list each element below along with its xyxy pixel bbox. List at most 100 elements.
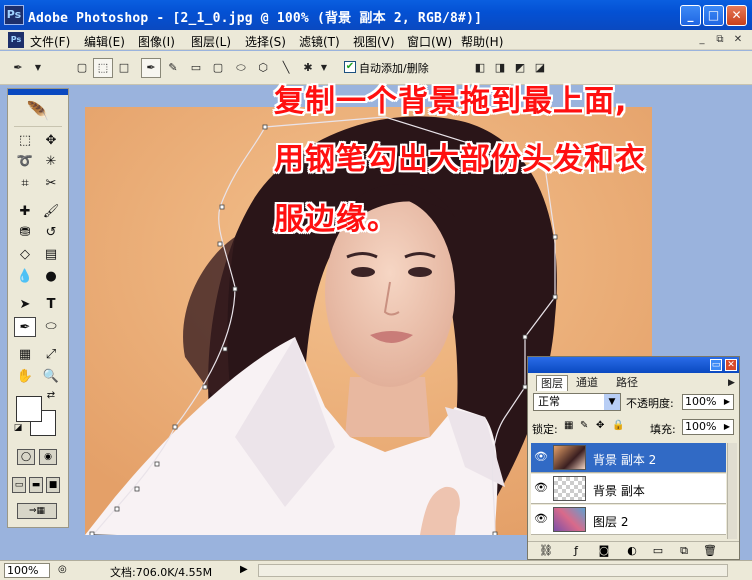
standard-mode-icon[interactable]: ◯ (17, 449, 35, 465)
doc-restore-button[interactable]: ⧉ (712, 32, 728, 47)
magic-wand-tool-icon[interactable]: ✳ (40, 152, 62, 172)
lasso-tool-icon[interactable]: ➰ (14, 152, 36, 172)
menu-filter[interactable]: 滤镜(T) (299, 33, 340, 50)
path-intersect-icon[interactable]: ◩ (510, 58, 530, 78)
eyedropper-tool-icon[interactable]: ⤢ (40, 345, 62, 365)
eraser-tool-icon[interactable]: ◇ (14, 245, 36, 265)
marquee-tool-icon[interactable]: ⬚ (14, 131, 36, 151)
zoom-tool-icon[interactable]: 🔍 (40, 367, 62, 387)
hand-tool-icon[interactable]: ✋ (14, 367, 36, 387)
rectangle-shape-icon[interactable]: ▭ (186, 58, 206, 78)
layer-style-icon[interactable]: ƒ (568, 544, 584, 558)
tool-preset-picker[interactable]: ✒ (8, 58, 28, 78)
lock-position-icon[interactable]: ✥ (596, 420, 604, 431)
type-tool-icon[interactable]: T (40, 295, 62, 315)
line-shape-icon[interactable]: ╲ (276, 58, 296, 78)
path-add-icon[interactable]: ◧ (470, 58, 490, 78)
lock-transparent-icon[interactable]: ▦ (564, 420, 573, 431)
swap-colors-icon[interactable]: ⇄ (44, 389, 58, 403)
quick-mask-mode-icon[interactable]: ◉ (39, 449, 57, 465)
auto-add-delete-checkbox[interactable]: ✔ (344, 61, 356, 73)
doc-minimize-button[interactable]: _ (694, 32, 710, 47)
fill-field[interactable]: 100% ▶ (682, 419, 734, 435)
layers-panel-titlebar[interactable]: ▭ ✕ (528, 357, 739, 373)
menu-window[interactable]: 窗口(W) (407, 33, 452, 50)
menu-image[interactable]: 图像(I) (138, 33, 175, 50)
ellipse-tool-icon[interactable]: ⬭ (40, 317, 62, 337)
menu-edit[interactable]: 编辑(E) (84, 33, 125, 50)
freeform-pen-icon[interactable]: ✎ (163, 58, 183, 78)
horizontal-scrollbar[interactable] (258, 564, 728, 577)
dodge-tool-icon[interactable]: ● (40, 267, 62, 287)
zoom-field[interactable]: 100% (4, 563, 50, 578)
pen-tool-icon[interactable]: ✒ (14, 317, 36, 337)
history-brush-tool-icon[interactable]: ↺ (40, 223, 62, 243)
layer-row[interactable]: 👁 背景 副本 (531, 474, 726, 504)
menu-select[interactable]: 选择(S) (245, 33, 286, 50)
panel-menu-icon[interactable]: ▶ (724, 375, 739, 391)
custom-shape-icon[interactable]: ✱ (298, 58, 318, 78)
custom-shape-dropdown[interactable]: ▼ (318, 58, 330, 78)
delete-layer-icon[interactable]: 🗑 (702, 544, 718, 558)
screen-mode-standard-icon[interactable]: ▭ (12, 477, 26, 493)
screen-mode-full-icon[interactable]: ■ (46, 477, 60, 493)
adjustment-layer-icon[interactable]: ◐ (624, 544, 640, 558)
path-subtract-icon[interactable]: ◨ (490, 58, 510, 78)
blend-mode-select[interactable]: 正常 ▼ (533, 393, 621, 411)
ellipse-shape-icon[interactable]: ⬭ (231, 58, 251, 78)
toolbox-header[interactable] (8, 89, 68, 95)
jump-to-imageready-icon[interactable]: ⇒▦ (17, 503, 57, 519)
slice-tool-icon[interactable]: ✂ (40, 174, 62, 194)
menu-layer[interactable]: 图层(L) (191, 33, 231, 50)
layer-row[interactable]: 👁 图层 2 (531, 505, 726, 535)
close-button[interactable]: ✕ (726, 5, 747, 26)
path-selection-tool-icon[interactable]: ➤ (14, 295, 36, 315)
menu-help[interactable]: 帮助(H) (461, 33, 503, 50)
doc-close-button[interactable]: ✕ (730, 32, 746, 47)
layer-row[interactable]: 👁 背景 副本 2 (531, 443, 726, 473)
fill-value: 100% (685, 420, 717, 433)
foreground-color-swatch[interactable] (16, 396, 42, 422)
pen-option-icon[interactable]: ✒ (141, 58, 161, 78)
polygon-shape-icon[interactable]: ⬡ (253, 58, 273, 78)
panel-close-button[interactable]: ✕ (725, 359, 737, 371)
tab-channels[interactable]: 通道 (572, 375, 602, 391)
screen-mode-menu-icon[interactable]: ▬ (29, 477, 43, 493)
tool-preset-dropdown[interactable]: ▼ (32, 58, 44, 78)
menu-view[interactable]: 视图(V) (353, 33, 395, 50)
lock-image-icon[interactable]: ✎ (580, 420, 588, 431)
tab-paths[interactable]: 路径 (612, 375, 642, 391)
blur-tool-icon[interactable]: 💧 (14, 267, 36, 287)
opacity-field[interactable]: 100% ▶ (682, 394, 734, 410)
eye-icon[interactable]: 👁 (533, 480, 549, 496)
clone-stamp-tool-icon[interactable]: ⛃ (14, 223, 36, 243)
crop-tool-icon[interactable]: ⌗ (14, 174, 36, 194)
fill-pixels-icon[interactable]: □ (114, 58, 134, 78)
status-arrow-icon[interactable]: ▶ (240, 564, 248, 575)
move-tool-icon[interactable]: ✥ (40, 131, 62, 151)
add-mask-icon[interactable]: ◙ (596, 544, 612, 558)
shape-layers-icon[interactable]: ▢ (72, 58, 92, 78)
brush-tool-icon[interactable]: 🖌 (40, 202, 62, 222)
menu-file[interactable]: 文件(F) (30, 33, 70, 50)
eye-icon[interactable]: 👁 (533, 511, 549, 527)
minimize-button[interactable]: _ (680, 5, 701, 26)
layers-scrollbar[interactable] (727, 443, 737, 539)
status-menu-icon[interactable]: ◎ (58, 564, 67, 575)
notes-tool-icon[interactable]: ▦ (14, 345, 36, 365)
panel-minimize-button[interactable]: ▭ (710, 359, 722, 371)
healing-brush-tool-icon[interactable]: ✚ (14, 202, 36, 222)
link-layers-icon[interactable]: ⛓ (538, 544, 554, 558)
rounded-rect-shape-icon[interactable]: ▢ (208, 58, 228, 78)
app-menu-icon[interactable]: Ps (8, 32, 24, 48)
path-exclude-icon[interactable]: ◪ (530, 58, 550, 78)
maximize-button[interactable]: □ (703, 5, 724, 26)
paths-mode-icon[interactable]: ⬚ (93, 58, 113, 78)
new-layer-icon[interactable]: ⧉ (676, 544, 692, 558)
tab-layers[interactable]: 图层 (536, 375, 568, 391)
lock-all-icon[interactable]: 🔒 (612, 420, 624, 431)
gradient-tool-icon[interactable]: ▤ (40, 245, 62, 265)
eye-icon[interactable]: 👁 (533, 449, 549, 465)
default-colors-icon[interactable]: ◪ (12, 422, 24, 434)
new-group-icon[interactable]: ▭ (650, 544, 666, 558)
